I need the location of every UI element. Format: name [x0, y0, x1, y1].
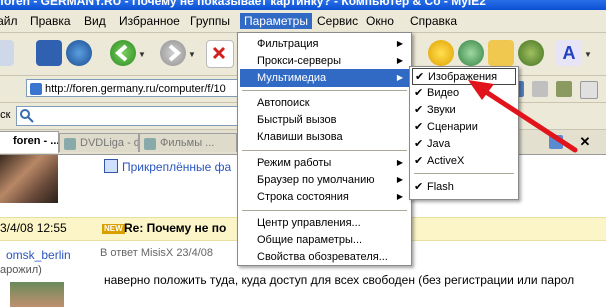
translate-dropdown-icon[interactable]: ▼ [584, 50, 592, 59]
new-badge: NEW [102, 224, 125, 234]
menu-item-hotkeys[interactable]: Клавиши вызова [240, 128, 409, 146]
menu-item-status-bar[interactable]: Строка состояния ▶ [240, 188, 409, 206]
check-icon: ✔ [414, 138, 424, 150]
page-favicon-icon [30, 83, 42, 95]
favorites-star-icon[interactable] [428, 40, 454, 66]
translate-icon[interactable]: A [556, 40, 582, 66]
back-dropdown-icon[interactable]: ▼ [138, 50, 146, 59]
pin-icon [104, 159, 118, 173]
user-icon[interactable] [518, 40, 544, 66]
forward-dropdown-icon[interactable]: ▼ [188, 50, 196, 59]
submenu-arrow-icon: ▶ [396, 175, 403, 184]
menu-item-filtering[interactable]: Фильтрация ▶ [240, 35, 409, 53]
submenu-item-flash[interactable]: ✔ Flash [412, 179, 516, 196]
submenu-arrow-icon: ▶ [396, 39, 403, 48]
search-input[interactable] [16, 106, 241, 126]
tab-favicon-icon [64, 138, 76, 150]
menu-item-browser-properties[interactable]: Свойства обозревателя... [240, 248, 409, 266]
menu-item-general-options[interactable]: Общие параметры... [240, 231, 409, 249]
post-title[interactable]: Re: Почему не по [124, 221, 226, 235]
submenu-arrow-icon: ▶ [396, 192, 403, 201]
user-photo [0, 155, 58, 203]
search-label: иск [0, 109, 11, 121]
address-input[interactable]: http://foren.germany.ru/computer/f/10 [26, 79, 241, 97]
author-status: арожил) [0, 264, 42, 276]
tab-dvdliga[interactable]: DVDLiga - фи... [59, 133, 139, 152]
back-icon[interactable] [110, 40, 136, 66]
menu-item-work-mode[interactable]: Режим работы ▶ [240, 154, 409, 172]
title-bar: foren - GERMANY.RU - Почему не показывае… [0, 0, 606, 10]
menu-view[interactable]: Вид [80, 13, 110, 29]
tab-films[interactable]: Фильмы ... [139, 133, 237, 152]
pinned-files-link[interactable]: Прикреплённые фа [104, 159, 231, 174]
menu-groups[interactable]: Группы [186, 13, 234, 29]
refresh-icon[interactable] [458, 40, 484, 66]
post-text: наверно положить туда, куда доступ для в… [104, 273, 575, 287]
post-date: 3/4/08 12:55 [0, 221, 67, 235]
menu-parameters[interactable]: Параметры [240, 13, 312, 29]
menu-file[interactable]: Файл [0, 13, 22, 29]
page-icon[interactable] [0, 40, 14, 66]
address-url: http://foren.germany.ru/computer/f/10 [45, 83, 226, 95]
menu-bar: Файл Правка Вид Избранное Группы Парамет… [0, 10, 606, 33]
menu-item-proxy[interactable]: Прокси-серверы ▶ [240, 52, 409, 70]
menu-separator [242, 90, 407, 91]
menu-service[interactable]: Сервис [313, 13, 362, 29]
menu-item-default-browser[interactable]: Браузер по умолчанию ▶ [240, 171, 409, 189]
print-icon[interactable] [580, 81, 598, 99]
check-icon: ✔ [414, 121, 424, 133]
annotation-arrow-icon [468, 80, 578, 153]
check-icon: ✔ [414, 87, 424, 99]
parameters-menu: Фильтрация ▶ Прокси-серверы ▶ Мультимедиа ▶… [237, 32, 412, 266]
check-icon: ✔ [414, 155, 424, 167]
menu-help[interactable]: Справка [406, 13, 461, 29]
menu-item-control-center[interactable]: Центр управления... [240, 214, 409, 232]
menu-item-quick-call[interactable]: Быстрый вызов [240, 111, 409, 129]
check-icon: ✔ [414, 104, 424, 116]
submenu-arrow-icon: ▶ [396, 56, 403, 65]
window-title: foren - GERMANY.RU - Почему не показывае… [0, 0, 486, 8]
menu-separator [242, 150, 407, 151]
stop-icon[interactable] [206, 40, 234, 68]
menu-separator [242, 210, 407, 211]
menu-window[interactable]: Окно [362, 13, 398, 29]
reply-to: В ответ MisisX 23/4/08 [100, 247, 214, 259]
avatar [10, 282, 64, 307]
save-icon[interactable] [36, 40, 62, 66]
ie-globe-icon[interactable] [66, 40, 92, 66]
menu-separator [414, 173, 514, 174]
submenu-arrow-icon: ▶ [396, 158, 403, 167]
forward-icon[interactable] [160, 40, 186, 66]
author-name[interactable]: omsk_berlin [6, 248, 71, 262]
menu-favorites[interactable]: Избранное [115, 13, 184, 29]
tab-foren[interactable]: foren - ... [0, 131, 59, 153]
submenu-arrow-icon: ▶ [396, 73, 403, 82]
folder-icon[interactable] [488, 40, 514, 66]
check-icon: ✔ [415, 71, 425, 83]
tab-favicon-icon [144, 138, 156, 150]
search-icon [20, 109, 34, 123]
menu-edit[interactable]: Правка [26, 13, 75, 29]
check-icon: ✔ [414, 181, 424, 193]
menu-item-multimedia[interactable]: Мультимедиа ▶ [240, 69, 409, 87]
menu-item-autosearch[interactable]: Автопоиск [240, 94, 409, 112]
